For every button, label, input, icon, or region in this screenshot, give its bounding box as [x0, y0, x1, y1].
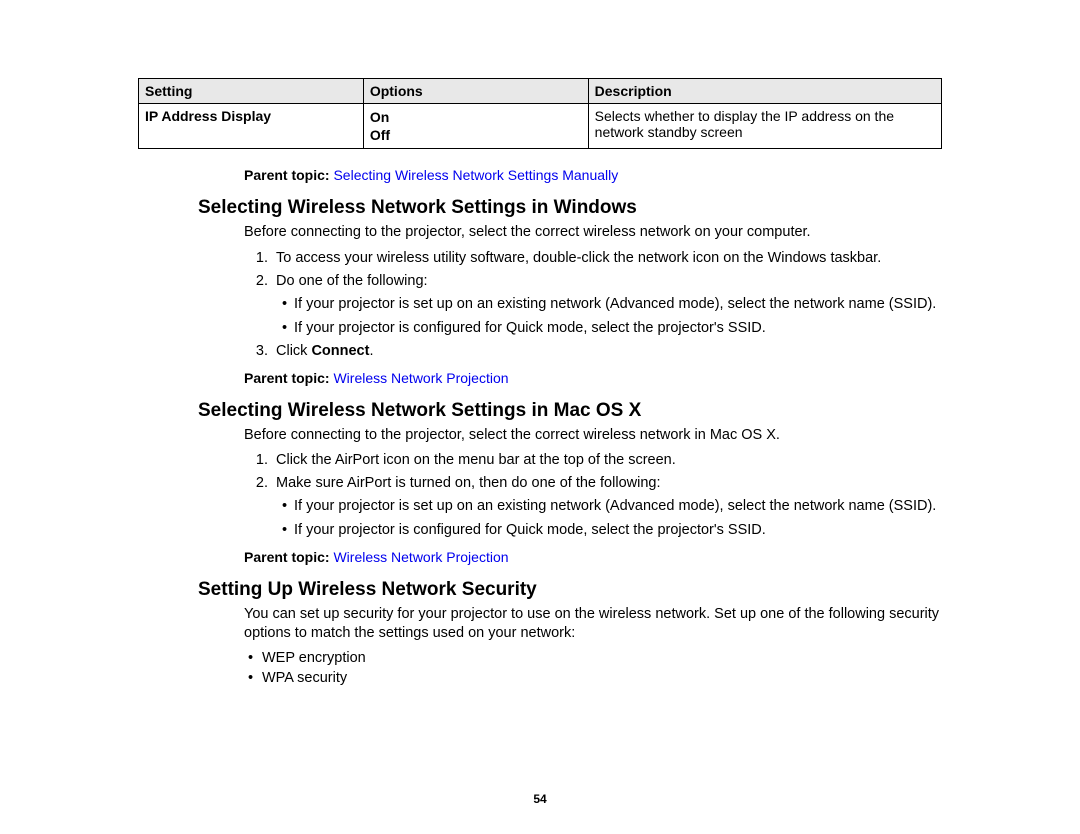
- intro-text: Before connecting to the projector, sele…: [244, 426, 942, 446]
- table-row: IP Address Display On Off Selects whethe…: [139, 104, 942, 149]
- col-options: Options: [363, 79, 588, 104]
- col-setting: Setting: [139, 79, 364, 104]
- security-list: WEP encryption WPA security: [244, 650, 942, 686]
- intro-text: You can set up security for your project…: [244, 605, 942, 644]
- intro-text: Before connecting to the projector, sele…: [244, 223, 942, 243]
- heading-security: Setting Up Wireless Network Security: [198, 579, 942, 601]
- list-item: If your projector is set up on an existi…: [294, 497, 942, 517]
- parent-topic: Parent topic: Wireless Network Projectio…: [244, 370, 942, 386]
- cell-options: On Off: [363, 104, 588, 149]
- list-item: WEP encryption: [262, 650, 942, 666]
- step-text: Do one of the following:: [276, 273, 428, 289]
- list-item: To access your wireless utility software…: [272, 249, 942, 269]
- step-prefix: Click: [276, 343, 311, 359]
- page-number: 54: [0, 792, 1080, 806]
- col-description: Description: [588, 79, 941, 104]
- cell-setting: IP Address Display: [139, 104, 364, 149]
- parent-topic-link[interactable]: Wireless Network Projection: [333, 549, 508, 565]
- settings-table: Setting Options Description IP Address D…: [138, 78, 942, 149]
- heading-windows: Selecting Wireless Network Settings in W…: [198, 197, 942, 219]
- list-item: Click Connect.: [272, 342, 942, 362]
- list-item: Click the AirPort icon on the menu bar a…: [272, 451, 942, 471]
- steps-list: To access your wireless utility software…: [244, 249, 942, 362]
- sub-list: If your projector is set up on an existi…: [282, 497, 942, 540]
- cell-description: Selects whether to display the IP addres…: [588, 104, 941, 149]
- list-item: If your projector is set up on an existi…: [294, 295, 942, 315]
- parent-topic: Parent topic: Selecting Wireless Network…: [244, 167, 942, 183]
- list-item: Make sure AirPort is turned on, then do …: [272, 474, 942, 541]
- parent-topic-label: Parent topic:: [244, 167, 333, 183]
- sub-list: If your projector is set up on an existi…: [282, 295, 942, 338]
- option-on: On: [370, 108, 582, 126]
- list-item: If your projector is configured for Quic…: [294, 521, 942, 541]
- parent-topic-link[interactable]: Selecting Wireless Network Settings Manu…: [333, 167, 618, 183]
- list-item: Do one of the following: If your project…: [272, 272, 942, 339]
- step-text: Make sure AirPort is turned on, then do …: [276, 475, 660, 491]
- list-item: WPA security: [262, 670, 942, 686]
- parent-topic-label: Parent topic:: [244, 370, 333, 386]
- heading-macosx: Selecting Wireless Network Settings in M…: [198, 400, 942, 422]
- list-item: If your projector is configured for Quic…: [294, 319, 942, 339]
- parent-topic-label: Parent topic:: [244, 549, 333, 565]
- connect-label: Connect: [311, 343, 369, 359]
- steps-list: Click the AirPort icon on the menu bar a…: [244, 451, 942, 540]
- step-suffix: .: [369, 343, 373, 359]
- parent-topic: Parent topic: Wireless Network Projectio…: [244, 549, 942, 565]
- parent-topic-link[interactable]: Wireless Network Projection: [333, 370, 508, 386]
- option-off: Off: [370, 126, 582, 144]
